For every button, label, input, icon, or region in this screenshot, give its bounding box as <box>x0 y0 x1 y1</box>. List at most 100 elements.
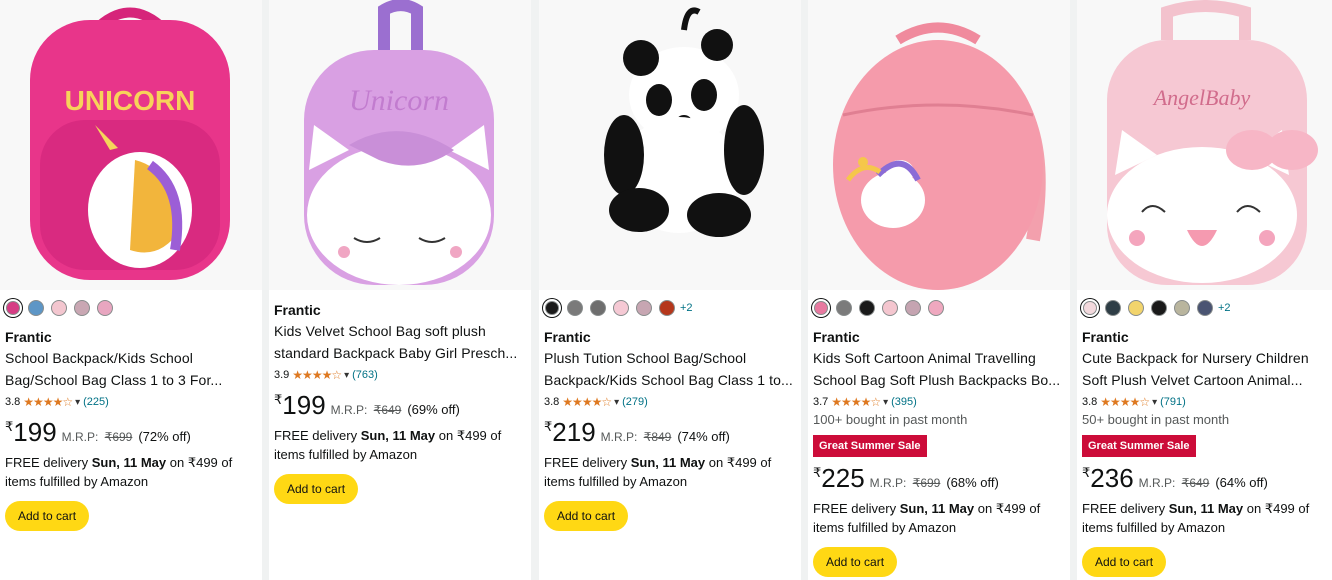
add-to-cart-button[interactable]: Add to cart <box>5 501 90 531</box>
product-card[interactable]: AngelBaby +2 Frantic Cute Backpack for N… <box>1077 0 1332 580</box>
mrp-label: M.R.P: <box>1138 476 1176 490</box>
star-rating-icon[interactable]: ★★★★☆ <box>23 395 73 409</box>
delivery-info: FREE delivery Sun, 11 May on ₹499 of ite… <box>813 499 1066 537</box>
color-swatch[interactable] <box>636 300 652 316</box>
product-title[interactable]: Kids Velvet School Bag soft plush standa… <box>274 320 527 364</box>
color-swatches <box>813 296 1066 320</box>
product-image[interactable]: AngelBaby <box>1077 0 1332 290</box>
chevron-down-icon[interactable]: ▾ <box>883 397 888 408</box>
product-card[interactable]: +2 Frantic Plush Tution School Bag/Schoo… <box>539 0 801 580</box>
color-swatch[interactable] <box>882 300 898 316</box>
color-swatch[interactable] <box>590 300 606 316</box>
color-swatch[interactable] <box>859 300 875 316</box>
add-to-cart-button[interactable]: Add to cart <box>813 547 898 577</box>
product-card[interactable]: Frantic Kids Soft Cartoon Animal Travell… <box>808 0 1070 580</box>
chevron-down-icon[interactable]: ▾ <box>75 397 80 408</box>
color-swatch[interactable] <box>6 301 20 315</box>
delivery-prefix: FREE delivery <box>5 455 89 470</box>
review-count-link[interactable]: (763) <box>352 369 378 381</box>
color-swatch[interactable] <box>836 300 852 316</box>
star-rating-icon[interactable]: ★★★★☆ <box>562 395 612 409</box>
currency-symbol: ₹ <box>544 419 553 434</box>
color-swatch[interactable] <box>567 300 583 316</box>
chevron-down-icon[interactable]: ▾ <box>614 397 619 408</box>
color-swatch[interactable] <box>1151 300 1167 316</box>
color-swatches: +2 <box>544 296 797 320</box>
color-swatch[interactable] <box>1197 300 1213 316</box>
color-swatch[interactable] <box>74 300 90 316</box>
star-rating-icon[interactable]: ★★★★☆ <box>292 368 342 382</box>
color-swatch[interactable] <box>28 300 44 316</box>
title-line[interactable]: standard Backpack Baby Girl Presch... <box>274 342 527 364</box>
mrp-label: M.R.P: <box>61 430 99 444</box>
color-swatch[interactable] <box>1174 300 1190 316</box>
mrp: M.R.P: ₹849 <box>601 430 672 444</box>
title-line[interactable]: Kids Velvet School Bag soft plush <box>274 320 527 342</box>
more-colors-link[interactable]: +2 <box>1218 302 1231 314</box>
title-line[interactable]: School Backpack/Kids School <box>5 347 258 369</box>
title-line[interactable]: Soft Plush Velvet Cartoon Animal... <box>1082 369 1328 391</box>
price-row: ₹ 199 M.R.P: ₹649 (69% off) <box>274 390 527 420</box>
more-colors-link[interactable]: +2 <box>680 302 693 314</box>
color-swatch[interactable] <box>1083 301 1097 315</box>
brand-name: Frantic <box>5 329 52 345</box>
product-title[interactable]: Kids Soft Cartoon Animal Travelling Scho… <box>813 347 1066 391</box>
currency-symbol: ₹ <box>274 392 283 407</box>
title-line[interactable]: Kids Soft Cartoon Animal Travelling <box>813 347 1066 369</box>
color-swatch[interactable] <box>814 301 828 315</box>
color-swatch[interactable] <box>905 300 921 316</box>
star-rating-icon[interactable]: ★★★★☆ <box>831 395 881 409</box>
review-count-link[interactable]: (225) <box>83 396 109 408</box>
color-swatch[interactable] <box>1105 300 1121 316</box>
product-title[interactable]: Plush Tution School Bag/School Backpack/… <box>544 347 797 391</box>
review-count-link[interactable]: (791) <box>1160 396 1186 408</box>
brand-name: Frantic <box>1082 329 1129 345</box>
add-to-cart-button[interactable]: Add to cart <box>1082 547 1167 577</box>
discount: (64% off) <box>1215 475 1268 490</box>
color-swatch[interactable] <box>659 300 675 316</box>
color-swatch[interactable] <box>928 300 944 316</box>
delivery-info: FREE delivery Sun, 11 May on ₹499 of ite… <box>5 453 258 491</box>
product-card[interactable]: UNICORN Frantic School Backpack/Kids Sch… <box>0 0 262 580</box>
color-swatch[interactable] <box>51 300 67 316</box>
product-image[interactable] <box>539 0 801 290</box>
color-swatch[interactable] <box>97 300 113 316</box>
chevron-down-icon[interactable]: ▾ <box>344 370 349 381</box>
delivery-prefix: FREE delivery <box>544 455 628 470</box>
image-label: AngelBaby <box>1152 85 1251 110</box>
title-line[interactable]: School Bag Soft Plush Backpacks Bo... <box>813 369 1066 391</box>
price: 199 <box>282 390 326 420</box>
title-line[interactable]: Bag/School Bag Class 1 to 3 For... <box>5 369 258 391</box>
add-to-cart-button[interactable]: Add to cart <box>544 501 629 531</box>
product-image[interactable]: UNICORN <box>0 0 262 290</box>
review-count-link[interactable]: (279) <box>622 396 648 408</box>
rating-value: 3.8 <box>544 396 560 408</box>
review-count-link[interactable]: (395) <box>891 396 917 408</box>
mrp: M.R.P: ₹649 <box>1139 476 1210 490</box>
mrp-label: M.R.P: <box>869 476 907 490</box>
title-line[interactable]: Backpack/Kids School Bag Class 1 to... <box>544 369 797 391</box>
product-title[interactable]: Cute Backpack for Nursery Children Soft … <box>1082 347 1328 391</box>
currency-symbol: ₹ <box>813 465 822 480</box>
star-rating-icon[interactable]: ★★★★☆ <box>1100 395 1150 409</box>
rating-value: 3.8 <box>5 396 21 408</box>
product-image[interactable] <box>808 0 1070 290</box>
delivery-info: FREE delivery Sun, 11 May on ₹499 of ite… <box>274 426 527 464</box>
title-line[interactable]: Plush Tution School Bag/School <box>544 347 797 369</box>
price-row: ₹ 225 M.R.P: ₹699 (68% off) <box>813 463 1066 493</box>
add-to-cart-button[interactable]: Add to cart <box>274 474 359 504</box>
delivery-date: Sun, 11 May <box>360 428 436 443</box>
color-swatch[interactable] <box>1128 300 1144 316</box>
product-image[interactable]: Unicorn <box>269 0 531 290</box>
price: 236 <box>1090 463 1134 493</box>
delivery-prefix: FREE delivery <box>1082 501 1166 516</box>
mrp-value: ₹649 <box>373 403 402 417</box>
color-swatch[interactable] <box>613 300 629 316</box>
title-line[interactable]: Cute Backpack for Nursery Children <box>1082 347 1328 369</box>
chevron-down-icon[interactable]: ▾ <box>1152 397 1157 408</box>
color-swatch[interactable] <box>545 301 559 315</box>
product-title[interactable]: School Backpack/Kids School Bag/School B… <box>5 347 258 391</box>
product-card[interactable]: Unicorn Frantic Kids Velvet School Bag s… <box>269 0 531 580</box>
brand-name: Frantic <box>544 329 591 345</box>
delivery-info: FREE delivery Sun, 11 May on ₹499 of ite… <box>544 453 797 491</box>
